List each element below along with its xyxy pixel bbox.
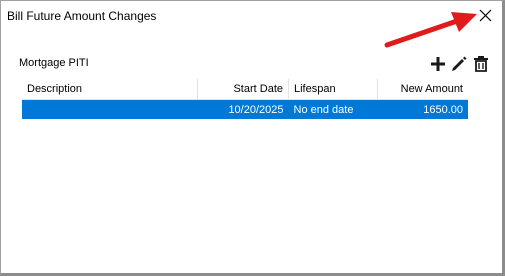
table-row[interactable]: 10/20/2025 No end date 1650.00 [22, 99, 468, 119]
cell-new-amount: 1650.00 [377, 99, 468, 119]
column-header-description[interactable]: Description [22, 79, 198, 100]
table-header-row: Description Start Date Lifespan New Amou… [22, 79, 468, 100]
cell-lifespan: No end date [288, 99, 378, 119]
column-header-new-amount[interactable]: New Amount [377, 79, 468, 100]
cell-start-date: 10/20/2025 [197, 99, 289, 119]
add-button[interactable] [429, 55, 447, 73]
cell-description [22, 99, 198, 119]
window-title: Bill Future Amount Changes [7, 9, 157, 23]
pencil-icon [452, 56, 467, 71]
toolbar [429, 55, 491, 73]
trash-icon [474, 56, 488, 72]
annotation-arrow [384, 12, 477, 48]
column-header-lifespan[interactable]: Lifespan [288, 79, 378, 100]
bill-name-label: Mortgage PITI [19, 57, 89, 69]
delete-button[interactable] [472, 55, 490, 73]
dialog-window: Bill Future Amount Changes Mortgage PITI [0, 0, 505, 276]
edit-button[interactable] [450, 55, 468, 73]
column-header-start-date[interactable]: Start Date [197, 79, 289, 100]
future-changes-table: Description Start Date Lifespan New Amou… [22, 79, 468, 119]
plus-icon [431, 57, 445, 71]
